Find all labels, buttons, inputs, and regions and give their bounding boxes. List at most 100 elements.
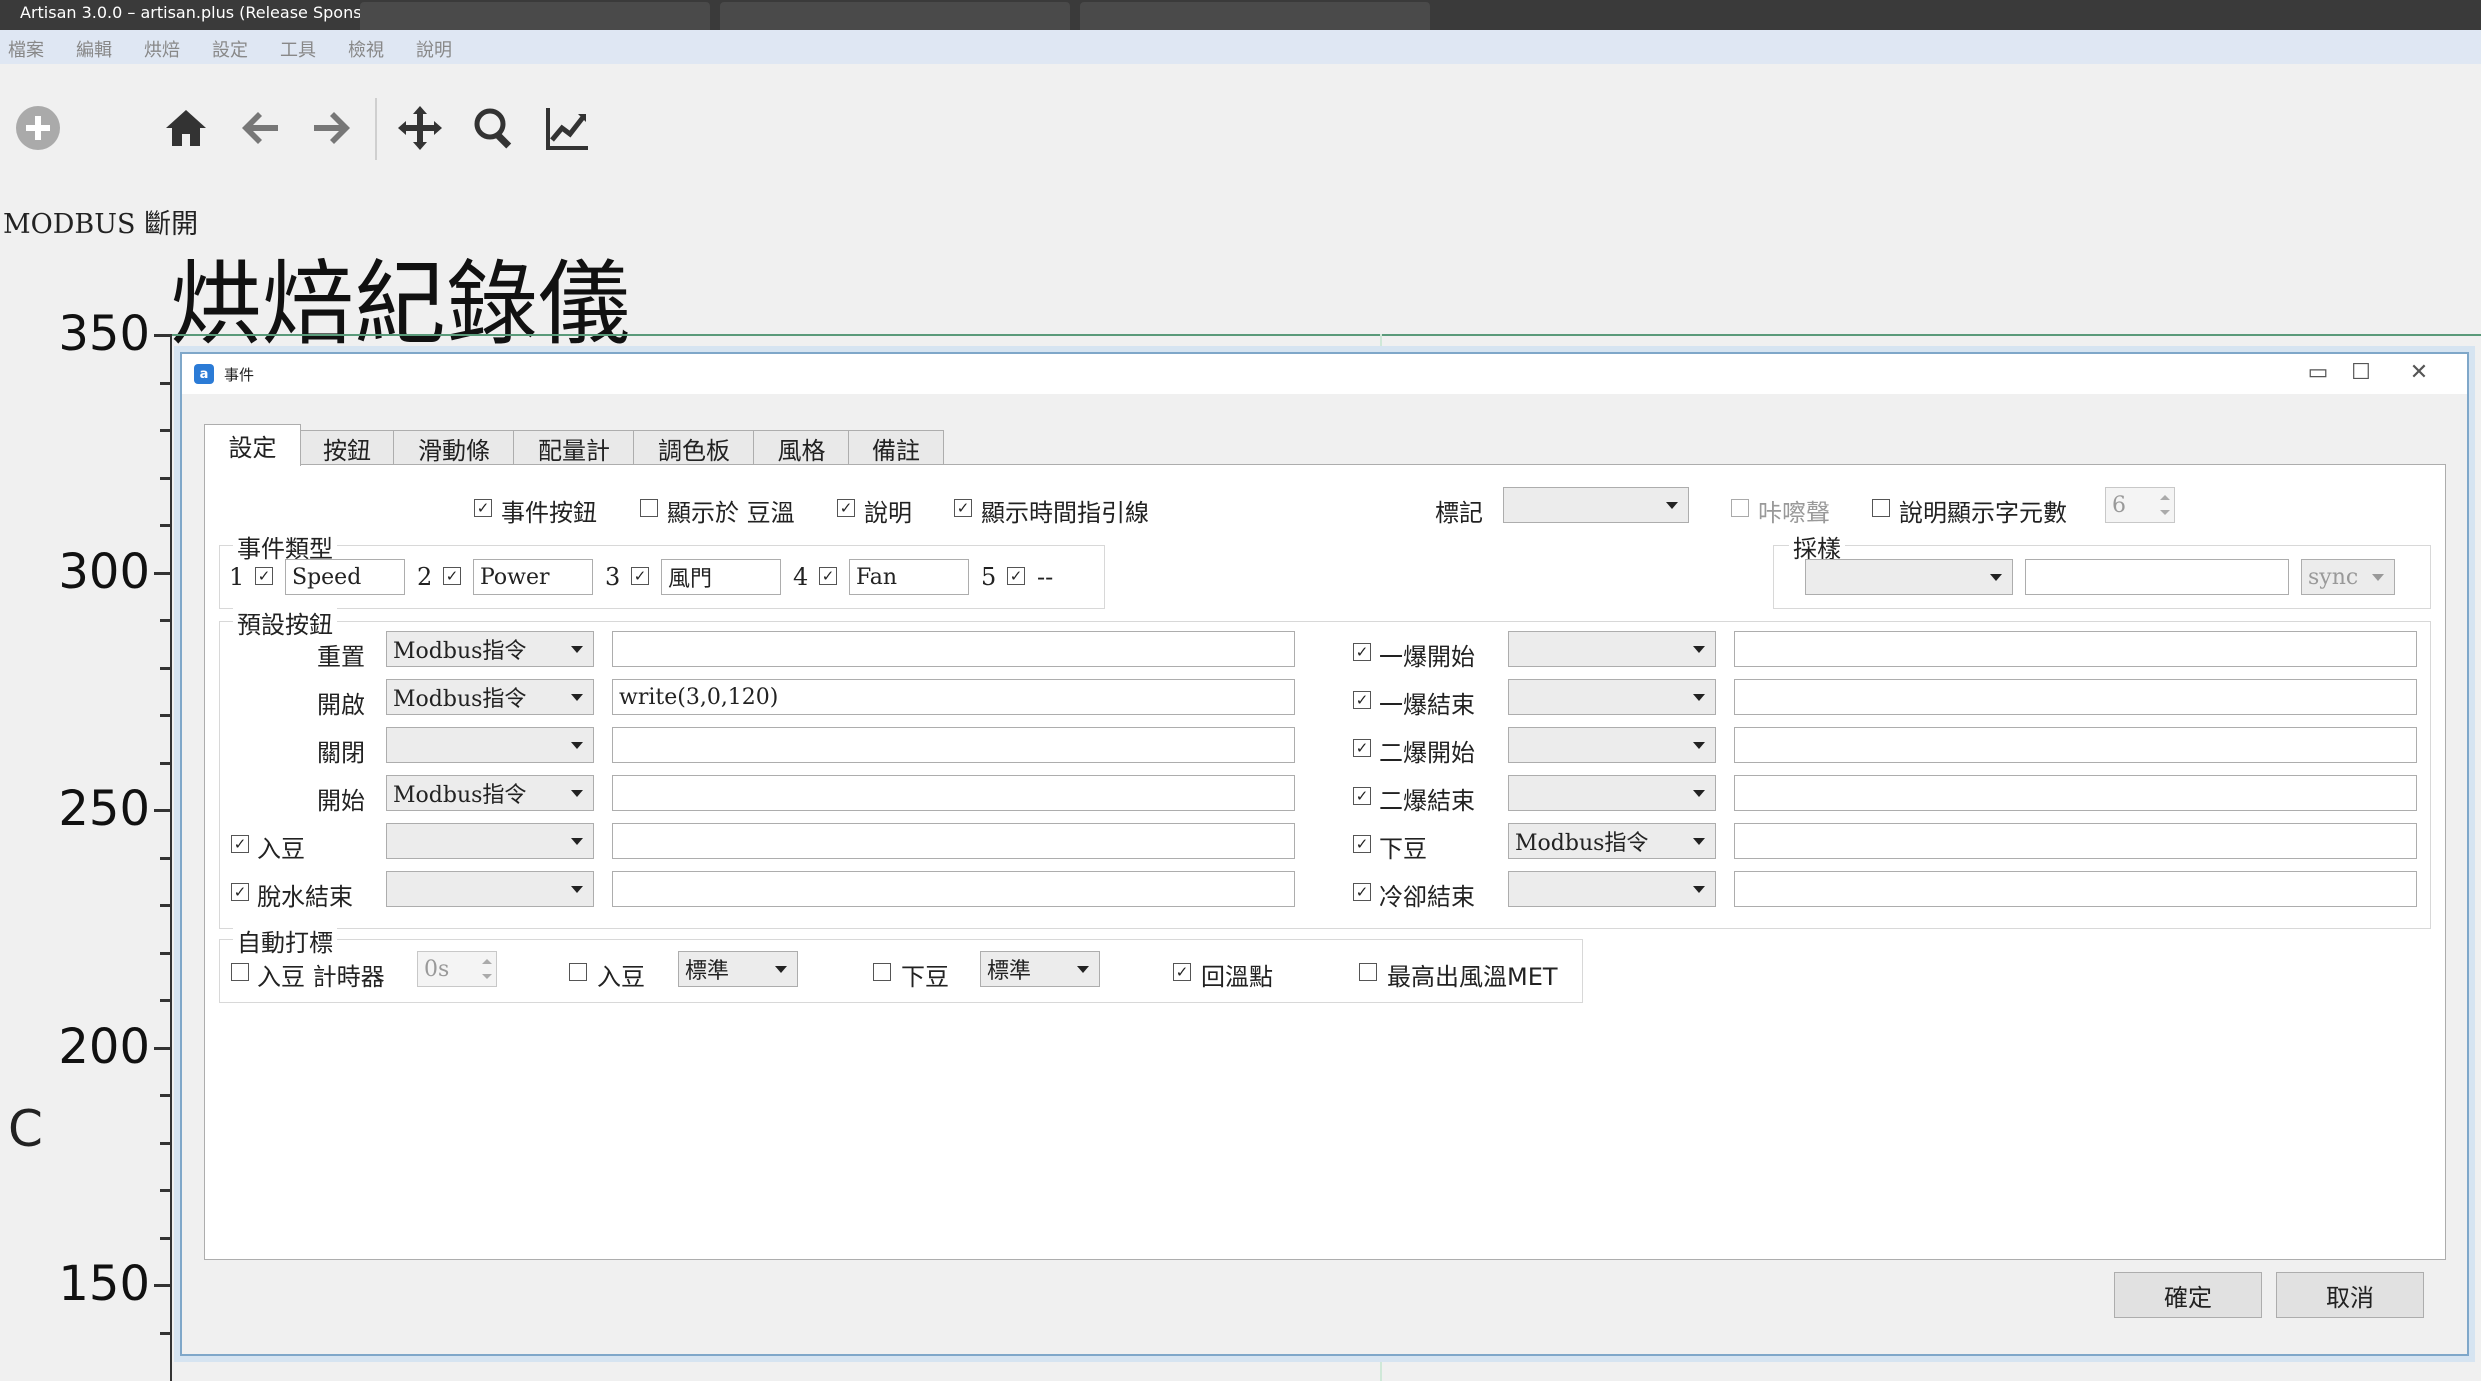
sampling-sync-select[interactable]: sync xyxy=(2301,559,2395,595)
pan-icon[interactable] xyxy=(392,100,448,156)
cancel-button[interactable]: 取消 xyxy=(2276,1272,2424,1318)
dry-end-command-field[interactable] xyxy=(612,871,1295,907)
fc-start-action-select[interactable] xyxy=(1508,631,1716,667)
line-chart-icon[interactable] xyxy=(540,100,596,156)
browser-tab[interactable] xyxy=(720,2,1070,30)
auto-drop-checkbox[interactable] xyxy=(873,963,891,981)
desc-chars-label: 說明顯示字元數 xyxy=(1899,499,2067,527)
fc-end-checkbox[interactable]: ✓ xyxy=(1353,691,1371,709)
charge-action-select[interactable] xyxy=(386,823,594,859)
sc-end-checkbox[interactable]: ✓ xyxy=(1353,787,1371,805)
auto-drop-mode-select[interactable]: 標準 xyxy=(980,951,1100,987)
zoom-icon[interactable] xyxy=(466,100,522,156)
tab-buttons[interactable]: 按鈕 xyxy=(299,430,395,465)
start-action-value: Modbus指令 xyxy=(393,783,527,808)
sc-start-checkbox[interactable]: ✓ xyxy=(1353,739,1371,757)
charge-timer-checkbox[interactable] xyxy=(231,963,249,981)
fc-end-command-field[interactable] xyxy=(1734,679,2417,715)
on-command-field[interactable]: write(3,0,120) xyxy=(612,679,1295,715)
click-sound-checkbox[interactable] xyxy=(1731,499,1749,517)
event-type-2-checkbox[interactable]: ✓ xyxy=(443,567,461,585)
auto-charge-mode-select[interactable]: 標準 xyxy=(678,951,798,987)
desc-chars-checkbox[interactable] xyxy=(1872,499,1890,517)
charge-checkbox[interactable]: ✓ xyxy=(231,835,249,853)
fc-end-action-select[interactable] xyxy=(1508,679,1716,715)
event-button-checkbox[interactable]: ✓ xyxy=(474,499,492,517)
event-type-3-checkbox[interactable]: ✓ xyxy=(631,567,649,585)
menu-edit[interactable]: 編輯 xyxy=(76,36,112,62)
drop-command-field[interactable] xyxy=(1734,823,2417,859)
home-icon[interactable] xyxy=(158,100,214,156)
event-type-4-field[interactable]: Fan xyxy=(849,559,969,595)
auto-charge-checkbox[interactable] xyxy=(569,963,587,981)
tp-checkbox[interactable]: ✓ xyxy=(1173,963,1191,981)
tab-annotations[interactable]: 備註 xyxy=(848,430,944,465)
auto-charge-mode-value: 標準 xyxy=(685,959,730,984)
drop-action-select[interactable]: Modbus指令 xyxy=(1508,823,1716,859)
show-on-bt-checkbox[interactable] xyxy=(640,499,658,517)
y-axis-tick xyxy=(160,667,172,670)
dry-end-checkbox[interactable]: ✓ xyxy=(231,883,249,901)
tab-sliders[interactable]: 滑動條 xyxy=(393,430,515,465)
event-type-5-field[interactable]: -- xyxy=(1037,563,1053,591)
tab-quantifiers[interactable]: 配量計 xyxy=(513,430,635,465)
drop-checkbox[interactable]: ✓ xyxy=(1353,835,1371,853)
on-action-select[interactable]: Modbus指令 xyxy=(386,679,594,715)
browser-tab[interactable] xyxy=(360,2,710,30)
event-type-1-field[interactable]: Speed xyxy=(285,559,405,595)
sc-start-action-select[interactable] xyxy=(1508,727,1716,763)
forward-arrow-icon[interactable] xyxy=(304,100,360,156)
event-type-3-field[interactable]: 風門 xyxy=(661,559,781,595)
cool-end-command-field[interactable] xyxy=(1734,871,2417,907)
fc-start-checkbox[interactable]: ✓ xyxy=(1353,643,1371,661)
y-tick-label: 300 xyxy=(58,544,150,600)
drop-action-value: Modbus指令 xyxy=(1515,831,1649,856)
fc-start-command-field[interactable] xyxy=(1734,631,2417,667)
dry-end-action-select[interactable] xyxy=(386,871,594,907)
menu-file[interactable]: 檔案 xyxy=(8,36,44,62)
tab-palettes[interactable]: 調色板 xyxy=(633,430,755,465)
off-action-select[interactable] xyxy=(386,727,594,763)
sampling-interval-select[interactable] xyxy=(1805,559,2013,595)
show-time-guide-checkbox[interactable]: ✓ xyxy=(954,499,972,517)
event-type-5-checkbox[interactable]: ✓ xyxy=(1007,567,1025,585)
sc-end-command-field[interactable] xyxy=(1734,775,2417,811)
charge-timer-spinbox[interactable]: 0s xyxy=(417,951,497,987)
cool-end-action-select[interactable] xyxy=(1508,871,1716,907)
sc-end-action-select[interactable] xyxy=(1508,775,1716,811)
reset-command-field[interactable] xyxy=(612,631,1295,667)
charge-timer-value: 0s xyxy=(424,956,450,982)
cool-end-checkbox[interactable]: ✓ xyxy=(1353,883,1371,901)
tab-style[interactable]: 風格 xyxy=(753,430,850,465)
browser-tab[interactable] xyxy=(1080,2,1430,30)
desc-chars-spinbox[interactable]: 6 xyxy=(2105,487,2175,523)
event-type-4-checkbox[interactable]: ✓ xyxy=(819,567,837,585)
off-command-field[interactable] xyxy=(612,727,1295,763)
y-axis-tick xyxy=(154,334,172,337)
menu-tools[interactable]: 工具 xyxy=(280,36,316,62)
sampling-command-field[interactable] xyxy=(2025,559,2289,595)
maximize-icon[interactable]: ☐ xyxy=(2342,358,2380,386)
auto-drop-mode-value: 標準 xyxy=(987,959,1032,984)
menu-config[interactable]: 設定 xyxy=(212,36,248,62)
menu-roast[interactable]: 烘焙 xyxy=(144,36,180,62)
minimize-icon[interactable]: ▭ xyxy=(2299,358,2337,386)
event-type-2-field[interactable]: Power xyxy=(473,559,593,595)
reset-action-select[interactable]: Modbus指令 xyxy=(386,631,594,667)
close-icon[interactable]: ✕ xyxy=(2400,358,2438,386)
description-checkbox[interactable]: ✓ xyxy=(837,499,855,517)
tab-settings[interactable]: 設定 xyxy=(204,424,301,466)
menu-view[interactable]: 檢視 xyxy=(348,36,384,62)
back-arrow-icon[interactable] xyxy=(232,100,288,156)
charge-command-field[interactable] xyxy=(612,823,1295,859)
max-et-checkbox[interactable] xyxy=(1359,963,1377,981)
start-command-field[interactable] xyxy=(612,775,1295,811)
max-et-label: 最高出風溫MET xyxy=(1387,963,1558,991)
event-type-1-checkbox[interactable]: ✓ xyxy=(255,567,273,585)
ok-button[interactable]: 確定 xyxy=(2114,1272,2262,1318)
menu-help[interactable]: 說明 xyxy=(416,36,452,62)
sc-start-command-field[interactable] xyxy=(1734,727,2417,763)
marker-select[interactable] xyxy=(1503,487,1689,523)
add-icon[interactable] xyxy=(10,100,66,156)
start-action-select[interactable]: Modbus指令 xyxy=(386,775,594,811)
